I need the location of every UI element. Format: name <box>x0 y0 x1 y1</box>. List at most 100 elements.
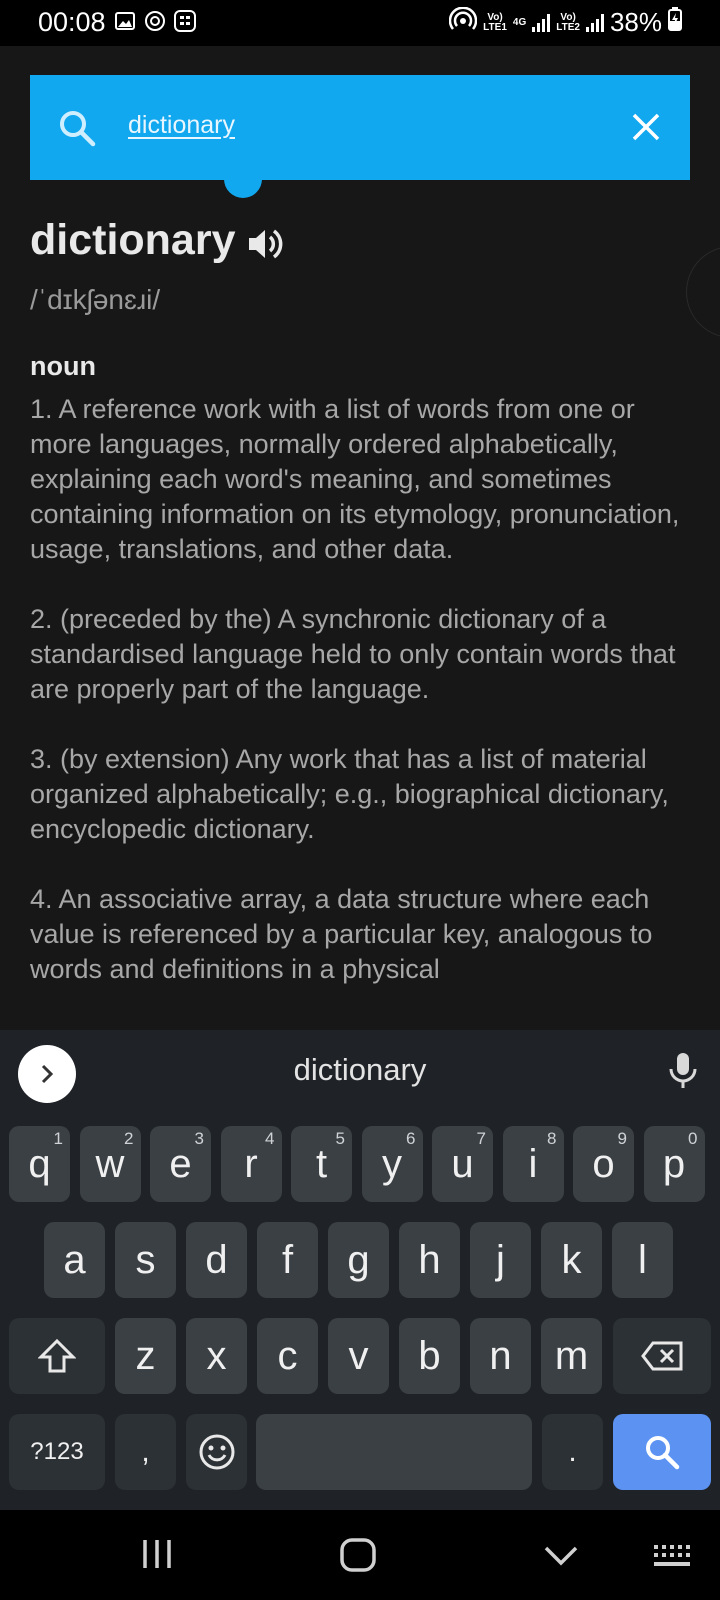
edge-panel-handle[interactable] <box>686 246 720 338</box>
signal-icon <box>532 13 551 32</box>
key-hint: 2 <box>124 1129 134 1148</box>
key-label: o <box>592 1141 615 1186</box>
key-q[interactable]: q1 <box>9 1126 70 1202</box>
microphone-icon <box>669 1053 697 1088</box>
key-h[interactable]: h <box>399 1222 460 1298</box>
key-o[interactable]: o9 <box>573 1126 634 1202</box>
definitions-list: 1. A reference work with a list of words… <box>30 392 700 1022</box>
key-label: w <box>95 1141 125 1186</box>
entry-word: dictionary <box>30 216 236 264</box>
keyboard-switch-button[interactable] <box>653 1544 693 1573</box>
key-hint: 8 <box>547 1129 557 1148</box>
definition-item: 1. A reference work with a list of words… <box>30 394 680 564</box>
key-label: e <box>169 1141 192 1186</box>
signal-icon <box>585 13 604 32</box>
emoji-key[interactable] <box>186 1414 247 1490</box>
period-key[interactable]: . <box>542 1414 603 1490</box>
recent-apps-button[interactable] <box>141 1538 173 1575</box>
key-label: t <box>315 1141 328 1186</box>
key-label: h <box>418 1237 441 1282</box>
gallery-icon <box>114 10 136 32</box>
pronunciation: /ˈdɪkʃənɛɹi/ <box>30 284 161 315</box>
key-hint: 3 <box>194 1129 204 1148</box>
search-icon <box>58 109 96 152</box>
key-hint: 0 <box>688 1129 698 1148</box>
key-x[interactable]: x <box>186 1318 247 1394</box>
key-label: r <box>244 1141 258 1186</box>
home-button[interactable] <box>340 1538 376 1577</box>
key-t[interactable]: t5 <box>291 1126 352 1202</box>
key-label: f <box>281 1237 294 1282</box>
search-icon <box>646 1436 680 1470</box>
key-label: n <box>489 1333 512 1378</box>
key-label: v <box>348 1333 369 1378</box>
key-s[interactable]: s <box>115 1222 176 1298</box>
status-time: 00:08 <box>38 7 106 37</box>
key-label: z <box>135 1333 156 1378</box>
search-bar[interactable]: dictionary <box>30 75 690 180</box>
key-v[interactable]: v <box>328 1318 389 1394</box>
key-label: p <box>662 1141 686 1186</box>
key-label: j <box>496 1237 505 1282</box>
key-label: b <box>418 1333 441 1378</box>
suggestion-word[interactable]: dictionary <box>0 1052 720 1088</box>
part-of-speech: noun <box>30 351 96 381</box>
pronounce-button[interactable] <box>246 226 284 267</box>
key-label: u <box>451 1141 474 1186</box>
key-n[interactable]: n <box>470 1318 531 1394</box>
key-label: s <box>135 1237 156 1282</box>
backspace-icon <box>641 1341 683 1371</box>
key-label: i <box>528 1141 538 1186</box>
key-r[interactable]: r4 <box>220 1126 282 1202</box>
key-c[interactable]: c <box>257 1318 318 1394</box>
keyboard-icon <box>654 1545 690 1566</box>
battery-level: 38% <box>609 7 662 37</box>
status-bar: 00:08 Vo) LTE1 4G Vo) LTE2 38% <box>0 0 720 46</box>
speaker-icon <box>249 229 283 259</box>
key-label: g <box>347 1237 370 1282</box>
key-k[interactable]: k <box>541 1222 602 1298</box>
home-icon <box>340 1538 376 1572</box>
voice-input-button[interactable] <box>668 1052 698 1095</box>
key-f[interactable]: f <box>257 1222 318 1298</box>
key-label: c <box>277 1333 298 1378</box>
key-d[interactable]: d <box>186 1222 247 1298</box>
key-label: m <box>554 1333 589 1378</box>
recents-icon <box>143 1540 171 1568</box>
calculator-icon <box>174 10 196 32</box>
key-p[interactable]: p0 <box>643 1126 705 1202</box>
clear-search-button[interactable] <box>630 111 662 143</box>
shift-key[interactable] <box>9 1318 105 1394</box>
key-e[interactable]: e3 <box>150 1126 211 1202</box>
comma-key[interactable]: , <box>115 1414 176 1490</box>
key-b[interactable]: b <box>399 1318 460 1394</box>
key-u[interactable]: u7 <box>432 1126 493 1202</box>
key-j[interactable]: j <box>470 1222 531 1298</box>
notification-icons <box>114 10 196 32</box>
key-m[interactable]: m <box>541 1318 602 1394</box>
key-label: a <box>63 1237 86 1282</box>
search-input[interactable]: dictionary <box>128 111 235 140</box>
key-l[interactable]: l <box>612 1222 673 1298</box>
backspace-key[interactable] <box>613 1318 711 1394</box>
navigation-bar <box>0 1510 720 1600</box>
search-enter-key[interactable] <box>613 1414 711 1490</box>
key-hint: 7 <box>476 1129 486 1148</box>
key-z[interactable]: z <box>115 1318 176 1394</box>
key-label: x <box>206 1333 227 1378</box>
emoji-icon <box>199 1434 234 1470</box>
network-type: 4G <box>512 16 527 28</box>
symbols-key[interactable]: ?123 <box>9 1414 105 1490</box>
key-w[interactable]: w2 <box>79 1126 141 1202</box>
hide-keyboard-button[interactable] <box>544 1546 578 1571</box>
key-g[interactable]: g <box>328 1222 389 1298</box>
shift-icon <box>38 1338 76 1373</box>
key-hint: 9 <box>617 1129 627 1148</box>
space-key[interactable] <box>256 1414 532 1490</box>
key-i[interactable]: i8 <box>502 1126 564 1202</box>
sim1-label: Vo) LTE1 <box>483 11 507 33</box>
hotspot-icon <box>448 6 478 38</box>
key-y[interactable]: y6 <box>361 1126 423 1202</box>
close-icon <box>632 113 660 141</box>
key-a[interactable]: a <box>44 1222 105 1298</box>
